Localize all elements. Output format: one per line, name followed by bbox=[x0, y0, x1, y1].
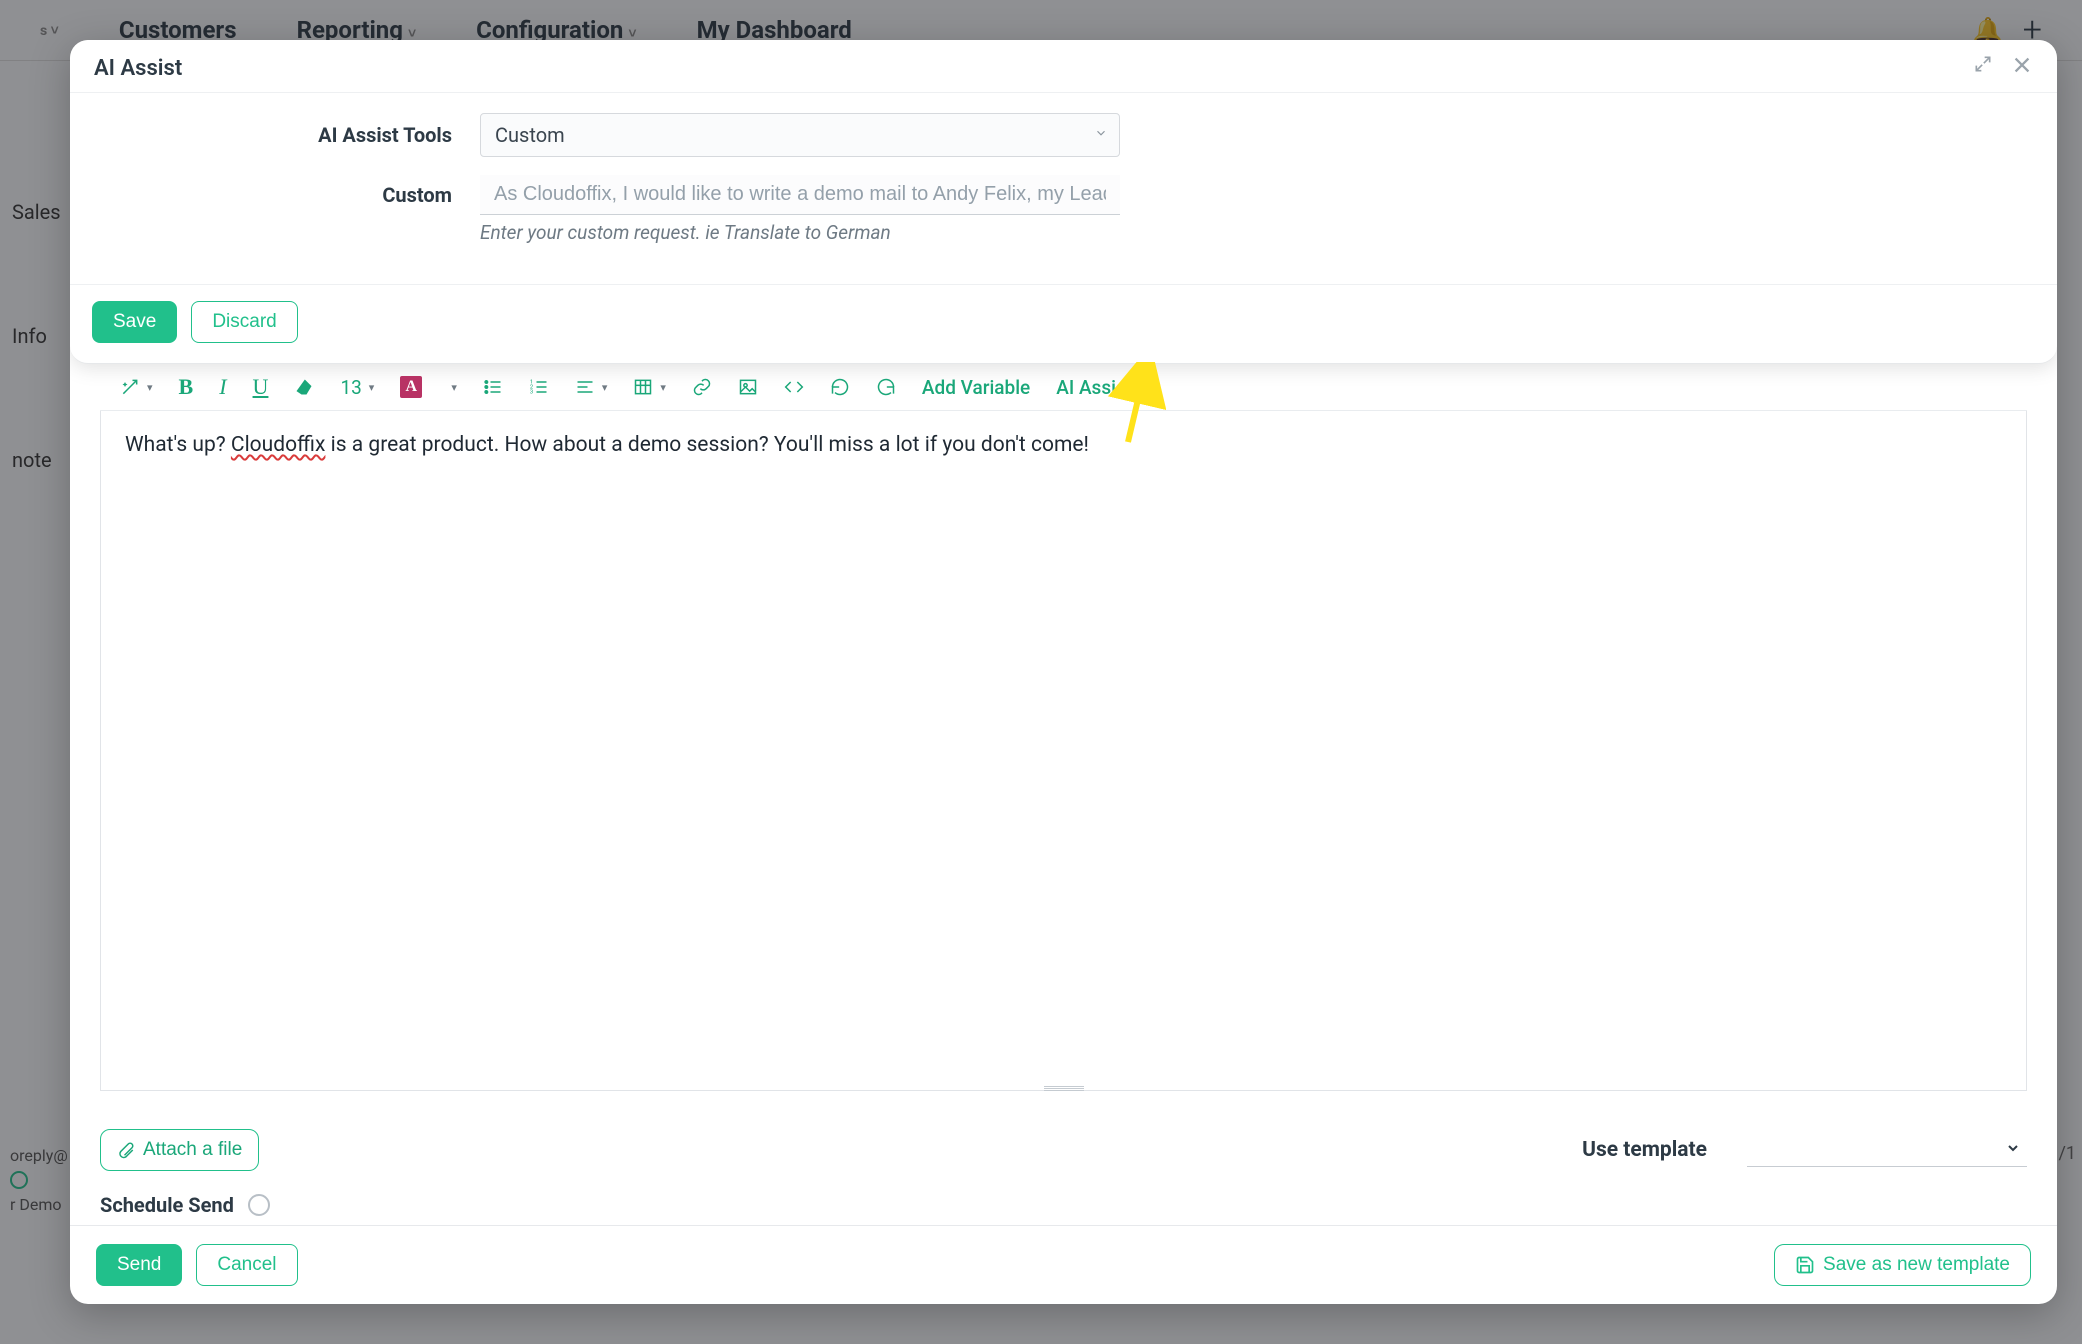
undo-icon[interactable] bbox=[830, 377, 850, 397]
table-icon[interactable]: ▾ bbox=[633, 377, 666, 397]
italic-button[interactable]: I bbox=[219, 374, 226, 400]
compose-modal: AI Assist AI Assist Tools Custom bbox=[70, 40, 2057, 1304]
magic-wand-icon[interactable]: ▾ bbox=[120, 377, 153, 397]
resize-handle[interactable] bbox=[1044, 1085, 1084, 1091]
editor-spellword: Cloudoffix bbox=[231, 433, 326, 457]
editor-text-2: is a great product. How about a demo ses… bbox=[325, 433, 1089, 457]
ai-assist-panel: AI Assist AI Assist Tools Custom bbox=[70, 40, 2057, 364]
ai-tools-select[interactable]: Custom bbox=[480, 113, 1120, 157]
editor-area: ▾ B I U 13 ▾ A ▾ 123 ▾ ▾ bbox=[70, 364, 2057, 1101]
save-template-label: Save as new template bbox=[1823, 1254, 2010, 1276]
attach-file-button[interactable]: Attach a file bbox=[100, 1129, 259, 1171]
ai-custom-label: Custom bbox=[100, 175, 460, 207]
ai-panel-header: AI Assist bbox=[70, 40, 2057, 93]
save-template-button[interactable]: Save as new template bbox=[1774, 1244, 2031, 1286]
ai-panel-title: AI Assist bbox=[94, 56, 182, 81]
close-icon[interactable] bbox=[2011, 54, 2033, 82]
align-icon[interactable]: ▾ bbox=[575, 377, 608, 397]
discard-button[interactable]: Discard bbox=[191, 301, 297, 343]
add-variable-button[interactable]: Add Variable bbox=[922, 376, 1030, 399]
schedule-send-toggle[interactable] bbox=[248, 1194, 270, 1216]
ai-assist-button[interactable]: AI Assist bbox=[1056, 376, 1132, 399]
attach-file-label: Attach a file bbox=[143, 1139, 242, 1161]
editor-toolbar: ▾ B I U 13 ▾ A ▾ 123 ▾ ▾ bbox=[100, 364, 2027, 411]
template-select[interactable] bbox=[1747, 1133, 2027, 1167]
ai-tools-label: AI Assist Tools bbox=[100, 123, 460, 147]
chevron-down-icon bbox=[2005, 1140, 2021, 1160]
schedule-row: Schedule Send bbox=[70, 1175, 2057, 1225]
unordered-list-icon[interactable] bbox=[483, 377, 503, 397]
text-color-button[interactable]: A bbox=[400, 376, 422, 398]
eraser-icon[interactable] bbox=[294, 377, 314, 397]
code-icon[interactable] bbox=[784, 377, 804, 397]
ordered-list-icon[interactable]: 123 bbox=[529, 377, 549, 397]
redo-icon[interactable] bbox=[876, 377, 896, 397]
ai-tools-value: Custom bbox=[495, 123, 565, 147]
meta-row: Attach a file Use template bbox=[70, 1101, 2057, 1175]
editor-content[interactable]: What's up? Cloudoffix is a great product… bbox=[100, 411, 2027, 1091]
cancel-button[interactable]: Cancel bbox=[196, 1244, 297, 1286]
svg-text:3: 3 bbox=[530, 390, 533, 396]
editor-text-1: What's up? bbox=[125, 433, 231, 457]
compose-footer: Send Cancel Save as new template bbox=[70, 1225, 2057, 1304]
image-icon[interactable] bbox=[738, 377, 758, 397]
bold-button[interactable]: B bbox=[179, 374, 194, 400]
save-button[interactable]: Save bbox=[92, 301, 177, 343]
text-color-caret[interactable]: ▾ bbox=[448, 381, 457, 394]
use-template-label: Use template bbox=[1582, 1138, 1707, 1162]
chevron-down-icon bbox=[1094, 126, 1108, 144]
send-button[interactable]: Send bbox=[96, 1244, 182, 1286]
expand-icon[interactable] bbox=[1973, 54, 1993, 82]
ai-custom-input[interactable] bbox=[480, 175, 1120, 215]
underline-button[interactable]: U bbox=[253, 374, 269, 400]
ai-custom-helper: Enter your custom request. ie Translate … bbox=[480, 221, 1120, 244]
schedule-send-label: Schedule Send bbox=[100, 1193, 234, 1217]
link-icon[interactable] bbox=[692, 377, 712, 397]
font-size-select[interactable]: 13 ▾ bbox=[340, 376, 374, 399]
